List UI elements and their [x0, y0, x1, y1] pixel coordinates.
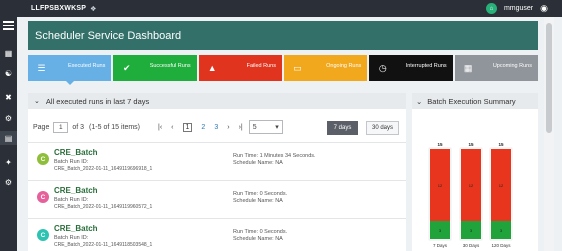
run-id-label: Batch Run ID:	[54, 159, 89, 165]
range-7-days-button[interactable]: 7 days	[327, 121, 358, 135]
tile-label: Ongoing Runs	[326, 63, 362, 69]
tile-executed-runs[interactable]: ☰ Executed Runs	[28, 55, 112, 85]
first-page-icon[interactable]: |‹	[158, 124, 162, 131]
run-id: CRE_Batch_2022-01-11_1649119696918_1	[54, 166, 153, 172]
tile-label: Executed Runs	[68, 63, 106, 69]
run-name[interactable]: CRE_Batch	[54, 186, 98, 195]
plugin-icon[interactable]: ✦	[0, 155, 17, 169]
bar-segment-label: 12	[499, 183, 504, 188]
run-avatar: C	[37, 153, 49, 165]
run-time: Run Time: 0 Seconds.	[233, 191, 288, 197]
top-bar: LLFPSBXWKSP ❖ ⌂ mmguser ◉	[0, 0, 562, 17]
run-list-item[interactable]: C CRE_Batch Batch Run ID: CRE_Batch_2022…	[28, 180, 406, 218]
run-avatar: C	[37, 191, 49, 203]
schedule-name: Schedule Name: NA	[233, 160, 283, 166]
items-count: (1-5 of 15 items)	[89, 123, 141, 131]
pager: Page 1 of 3 (1-5 of 15 items) |‹ ‹ 1 2 3…	[33, 120, 283, 134]
run-id: CRE_Batch_2022-01-11_1649118503548_1	[54, 242, 153, 248]
run-avatar: C	[37, 229, 49, 241]
tile-label: Upcoming Runs	[492, 63, 532, 69]
folder-icon: ▭	[293, 62, 302, 73]
bar-segment-label: 12	[438, 183, 443, 188]
executed-runs-header[interactable]: ⌄ All executed runs in last 7 days	[28, 93, 406, 109]
tile-label: Successful Runs	[149, 63, 191, 69]
bar-segment-label: 12	[469, 183, 474, 188]
tools-icon[interactable]: ✖	[0, 90, 17, 104]
chevron-down-icon: ▾	[275, 124, 279, 131]
run-list-item[interactable]: C CRE_Batch Batch Run ID: CRE_Batch_2022…	[28, 218, 406, 251]
page-count: of 3	[72, 123, 85, 131]
page-input[interactable]: 1	[53, 121, 69, 133]
settings-search-icon[interactable]: ⚙	[0, 111, 17, 125]
tile-failed-runs[interactable]: ▲ Failed Runs	[198, 55, 282, 81]
category-label: 120 Days	[491, 243, 511, 248]
calendar-icon: ▦	[463, 62, 473, 73]
warning-icon: ▲	[207, 63, 217, 73]
run-tiles: ☰ Executed Runs ✔ Successful Runs ▲ Failed Ru…	[28, 55, 538, 85]
chevron-down-icon[interactable]: ⌄	[416, 97, 422, 106]
batch-summary-header[interactable]: ⌄ Batch Execution Summary	[412, 93, 538, 109]
tile-label: Failed Runs	[246, 63, 276, 69]
next-page-icon[interactable]: ›	[227, 124, 229, 131]
schedule-name: Schedule Name: NA	[233, 236, 283, 242]
account-icon[interactable]: ◉	[540, 3, 548, 14]
page-size-select[interactable]: 5 ▾	[248, 120, 283, 134]
bar-total-label: 15	[468, 142, 474, 147]
scrollbar-thumb[interactable]	[546, 23, 552, 133]
schedule-name: Schedule Name: NA	[233, 198, 283, 204]
run-id-label: Batch Run ID:	[54, 235, 89, 241]
page-button-3[interactable]: 3	[214, 124, 218, 131]
database-icon: ☰	[37, 62, 46, 73]
dashboard-icon[interactable]: ▦	[0, 46, 17, 60]
menu-icon[interactable]	[3, 21, 14, 32]
clock-icon: ◷	[378, 62, 387, 73]
gear-icon[interactable]: ⚙	[0, 175, 17, 189]
check-icon: ✔	[123, 62, 131, 73]
user-name[interactable]: mmguser	[504, 5, 533, 12]
run-id-label: Batch Run ID:	[54, 197, 89, 203]
page-header: Scheduler Service Dashboard	[28, 21, 538, 50]
tile-successful-runs[interactable]: ✔ Successful Runs	[113, 55, 197, 81]
tile-label: Interrupted Runs	[405, 63, 447, 69]
executed-runs-title: All executed runs in last 7 days	[45, 96, 150, 106]
left-nav: ▦ ☯ ✖ ⚙ ▤ ✦ ⚙	[0, 17, 17, 251]
tile-ongoing-runs[interactable]: ▭ Ongoing Runs	[283, 55, 368, 81]
run-time: Run Time: 1 Minutes 34 Seconds.	[233, 153, 316, 159]
range-30-days-button[interactable]: 30 days	[366, 121, 399, 135]
scheduler-icon[interactable]: ▤	[0, 131, 17, 145]
run-list-item[interactable]: C CRE_Batch Batch Run ID: CRE_Batch_2022…	[28, 142, 406, 180]
page-button-1[interactable]: 1	[182, 122, 193, 132]
prev-page-icon[interactable]: ‹	[171, 124, 173, 131]
run-name[interactable]: CRE_Batch	[54, 148, 98, 157]
page-title: Scheduler Service Dashboard	[35, 29, 182, 42]
tile-interrupted-runs[interactable]: ◷ Interrupted Runs	[369, 55, 453, 81]
run-name[interactable]: CRE_Batch	[54, 224, 98, 233]
executed-runs-panel: ⌄ All executed runs in last 7 days Page …	[28, 93, 406, 251]
page-button-2[interactable]: 2	[201, 124, 205, 131]
batch-summary-chart: 312157 Days3121530 Days31215120 Days	[428, 142, 513, 248]
hierarchy-icon[interactable]: ☯	[0, 66, 17, 80]
run-id: CRE_Batch_2022-01-11_1649119960572_1	[54, 204, 153, 210]
batch-summary-title: Batch Execution Summary	[427, 96, 516, 106]
category-label: 7 Days	[433, 243, 448, 248]
brand-logo-icon: ❖	[90, 5, 97, 13]
page-size-value: 5	[252, 123, 257, 131]
bar-total-label: 15	[498, 142, 504, 147]
bar-total-label: 15	[437, 142, 443, 147]
page-scrollbar[interactable]	[544, 17, 554, 251]
category-label: 30 Days	[463, 243, 480, 248]
batch-summary-panel: ⌄ Batch Execution Summary 3 12 15 7 Days 3 12…	[412, 93, 538, 251]
page-label: Page	[33, 123, 50, 131]
home-icon[interactable]: ⌂	[485, 3, 497, 14]
brand-name: LLFPSBXWKSP	[31, 5, 87, 12]
run-time: Run Time: 0 Seconds.	[233, 229, 288, 235]
last-page-icon[interactable]: ›|	[239, 124, 243, 131]
tile-upcoming-runs[interactable]: ▦ Upcoming Runs	[454, 55, 538, 81]
chevron-down-icon[interactable]: ⌄	[34, 97, 40, 105]
